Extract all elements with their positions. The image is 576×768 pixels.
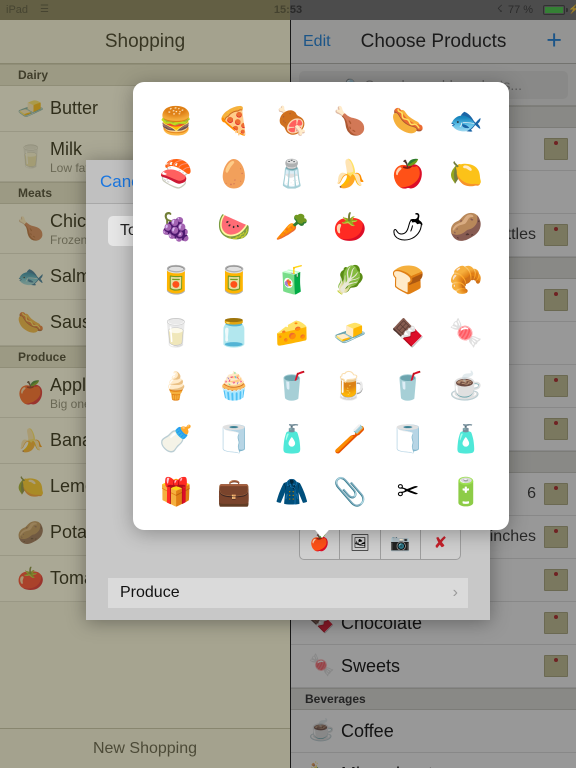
emoji-cell[interactable]: 🧴 — [437, 412, 495, 465]
emoji-cell[interactable]: ✂ — [379, 465, 437, 518]
emoji-cell[interactable]: 🍇 — [147, 200, 205, 253]
emoji-grid[interactable]: 🍔 🍕 🍖 🍗 🌭 🐟 🍣 🥚 🧂 🍌 🍎 🍋 🍇 🍉 🥕 🍅 🌶 🥔 🥫 🥫 🧃 🥬 🍞 🥐 🥛 🫙 🧀 🧈 🍫 🍬 🍦 🧁 🥤 🍺 🥤 ☕ 🍼 🧻 🧴 🪥… — [147, 94, 495, 518]
emoji-cell[interactable]: 🥤 — [263, 359, 321, 412]
popover-arrow — [310, 524, 334, 538]
emoji-cell[interactable]: 🥤 — [379, 359, 437, 412]
chevron-right-icon: › — [452, 584, 458, 601]
emoji-cell[interactable]: 🍅 — [321, 200, 379, 253]
emoji-cell[interactable]: 🥕 — [263, 200, 321, 253]
emoji-cell[interactable]: 🥐 — [437, 253, 495, 306]
emoji-cell[interactable]: 🍫 — [379, 306, 437, 359]
emoji-cell[interactable]: 🍖 — [263, 94, 321, 147]
emoji-cell[interactable]: 🥛 — [147, 306, 205, 359]
emoji-cell[interactable]: 🧴 — [263, 412, 321, 465]
camera-button[interactable]: 📷 — [381, 527, 421, 559]
emoji-cell[interactable]: 🐟 — [437, 94, 495, 147]
emoji-cell[interactable]: 🍼 — [147, 412, 205, 465]
emoji-cell[interactable]: 🥚 — [205, 147, 263, 200]
emoji-cell[interactable]: 🧀 — [263, 306, 321, 359]
emoji-cell[interactable]: 🧈 — [321, 306, 379, 359]
emoji-cell[interactable]: 🥬 — [321, 253, 379, 306]
emoji-cell[interactable]: 🍉 — [205, 200, 263, 253]
emoji-cell[interactable]: 🍕 — [205, 94, 263, 147]
emoji-cell[interactable]: 🍺 — [321, 359, 379, 412]
emoji-cell[interactable]: ☕ — [437, 359, 495, 412]
emoji-cell[interactable]: 🧻 — [205, 412, 263, 465]
emoji-cell[interactable]: 🍎 — [379, 147, 437, 200]
emoji-cell[interactable]: 💼 — [205, 465, 263, 518]
emoji-picker-popover: 🍔 🍕 🍖 🍗 🌭 🐟 🍣 🥚 🧂 🍌 🍎 🍋 🍇 🍉 🥕 🍅 🌶 🥔 🥫 🥫 🧃 🥬 🍞 🥐 🥛 🫙 🧀 🧈 🍫 🍬 🍦 🧁 🥤 🍺 🥤 ☕ 🍼 🧻 🧴 🪥… — [133, 82, 509, 530]
emoji-cell[interactable]: 🍞 — [379, 253, 437, 306]
clear-image-button[interactable]: ✘ — [421, 527, 460, 559]
category-row[interactable]: Produce › — [108, 578, 468, 608]
photo-library-button[interactable]: 🖼 — [340, 527, 381, 559]
emoji-cell[interactable]: 🍬 — [437, 306, 495, 359]
emoji-cell[interactable]: 🍗 — [321, 94, 379, 147]
emoji-cell[interactable]: 📎 — [321, 465, 379, 518]
emoji-cell[interactable]: 🥔 — [437, 200, 495, 253]
emoji-cell[interactable]: 🥫 — [147, 253, 205, 306]
ipad-screen: Shopping Dairy🧈Butter🥛MilkLow fatMeats🍗C… — [0, 0, 576, 768]
emoji-cell[interactable]: 🍣 — [147, 147, 205, 200]
category-label: Produce — [120, 584, 180, 601]
emoji-cell[interactable]: 🌭 — [379, 94, 437, 147]
emoji-cell[interactable]: 🧻 — [379, 412, 437, 465]
emoji-cell[interactable]: 🍌 — [321, 147, 379, 200]
emoji-cell[interactable]: 🧥 — [263, 465, 321, 518]
emoji-cell[interactable]: 🍋 — [437, 147, 495, 200]
emoji-cell[interactable]: 🍔 — [147, 94, 205, 147]
emoji-cell[interactable]: 🧁 — [205, 359, 263, 412]
emoji-cell[interactable]: 🪥 — [321, 412, 379, 465]
emoji-cell[interactable]: 🧂 — [263, 147, 321, 200]
emoji-cell[interactable]: 🔋 — [437, 465, 495, 518]
emoji-cell[interactable]: 🫙 — [205, 306, 263, 359]
emoji-cell[interactable]: 🎁 — [147, 465, 205, 518]
emoji-cell[interactable]: 🌶 — [379, 200, 437, 253]
emoji-cell[interactable]: 🧃 — [263, 253, 321, 306]
emoji-cell[interactable]: 🍦 — [147, 359, 205, 412]
emoji-cell[interactable]: 🥫 — [205, 253, 263, 306]
